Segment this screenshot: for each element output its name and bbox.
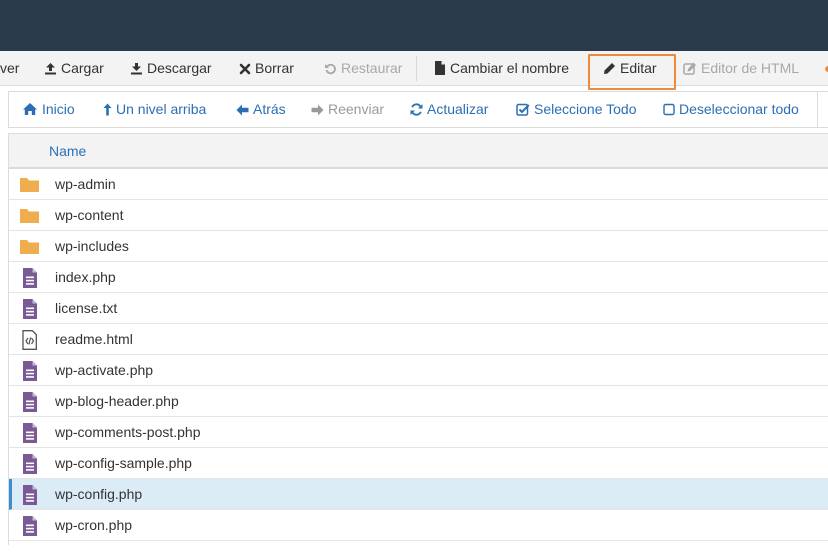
table-row[interactable]: readme.html	[9, 324, 828, 355]
document-icon	[19, 392, 41, 412]
document-icon	[19, 268, 41, 288]
nav-home-button[interactable]: Inicio	[22, 92, 75, 127]
file-name[interactable]: index.php	[55, 262, 116, 293]
toolbar-upload-button[interactable]: Cargar	[44, 51, 104, 86]
nav-select-all-button[interactable]: Seleccione Todo	[516, 92, 636, 127]
table-row[interactable]: wp-activate.php	[9, 355, 828, 386]
arrow-left-icon	[236, 104, 249, 116]
toolbar-download-button[interactable]: Descargar	[130, 51, 212, 86]
toolbar-view-button[interactable]: ver	[0, 51, 19, 86]
folder-icon	[19, 237, 41, 257]
file-name[interactable]: wp-activate.php	[55, 355, 153, 386]
table-row[interactable]: index.php	[9, 262, 828, 293]
nav-select-all-label: Seleccione Todo	[534, 101, 637, 117]
arrow-right-icon	[311, 104, 324, 116]
nav-back-label: Atrás	[253, 101, 286, 117]
navigation-bar: Inicio Un nivel arriba Atrás Reenviar Ac…	[8, 91, 828, 128]
toolbar-restore-label: Restaurar	[341, 60, 403, 76]
file-name[interactable]: wp-config.php	[55, 479, 142, 510]
nav-up-level-label: Un nivel arriba	[116, 101, 207, 117]
toolbar-view-label: ver	[0, 60, 20, 76]
file-toolbar: ver Cargar Descargar Borrar Restaurar Ca…	[0, 51, 828, 86]
file-name[interactable]: license.txt	[55, 293, 117, 324]
toolbar-restore-button[interactable]: Restaurar	[324, 51, 402, 86]
table-row[interactable]: license.txt	[9, 293, 828, 324]
file-name[interactable]: readme.html	[55, 324, 133, 355]
table-row[interactable]: wp-cron.php	[9, 510, 828, 541]
document-icon	[19, 299, 41, 319]
nav-refresh-label: Actualizar	[427, 101, 489, 117]
nav-forward-label: Reenviar	[328, 101, 385, 117]
toolbar-rename-button[interactable]: Cambiar el nombre	[434, 51, 569, 86]
nav-forward-button[interactable]: Reenviar	[311, 92, 384, 127]
file-name[interactable]: wp-config-sample.php	[55, 448, 192, 479]
home-icon	[23, 103, 37, 115]
document-icon	[19, 485, 41, 505]
top-header-bar	[0, 0, 828, 51]
table-row[interactable]: wp-admin	[9, 169, 828, 200]
code-file-icon	[19, 330, 41, 350]
undo-icon	[325, 63, 336, 75]
toolbar-delete-label: Borrar	[255, 60, 294, 76]
table-header: Name	[9, 134, 828, 169]
refresh-icon	[410, 103, 423, 116]
document-icon	[19, 361, 41, 381]
table-row[interactable]: wp-content	[9, 200, 828, 231]
toolbar-delete-button[interactable]: Borrar	[239, 51, 294, 86]
toolbar-more-icon[interactable]: ●	[824, 51, 828, 86]
document-icon	[19, 516, 41, 536]
file-name[interactable]: wp-comments-post.php	[55, 417, 201, 448]
table-row[interactable]: wp-blog-header.php	[9, 386, 828, 417]
file-name[interactable]: wp-cron.php	[55, 510, 132, 541]
toolbar-html-editor-button[interactable]: Editor de HTML	[683, 51, 799, 86]
download-icon	[131, 63, 142, 75]
document-icon	[19, 423, 41, 443]
upload-icon	[45, 63, 56, 75]
toolbar-divider	[416, 56, 417, 81]
nav-divider	[817, 92, 818, 127]
folder-icon	[19, 206, 41, 226]
file-name[interactable]: wp-content	[55, 200, 123, 231]
nav-back-button[interactable]: Atrás	[236, 92, 286, 127]
toolbar-html-editor-label: Editor de HTML	[701, 60, 800, 76]
table-row[interactable]: wp-includes	[9, 231, 828, 262]
nav-refresh-button[interactable]: Actualizar	[410, 92, 488, 127]
file-list-table: Name wp-admin wp-content wp-includes index.…	[8, 133, 828, 545]
table-row[interactable]: wp-comments-post.php	[9, 417, 828, 448]
nav-deselect-all-label: Deseleccionar todo	[679, 101, 799, 117]
check-square-icon	[516, 103, 530, 116]
toolbar-upload-label: Cargar	[61, 60, 104, 76]
file-name[interactable]: wp-admin	[55, 169, 116, 200]
table-row[interactable]: wp-config-sample.php	[9, 448, 828, 479]
nav-deselect-all-button[interactable]: Deseleccionar todo	[663, 92, 799, 127]
level-up-icon	[103, 103, 112, 116]
square-icon	[663, 103, 675, 116]
file-name[interactable]: wp-blog-header.php	[55, 386, 179, 417]
edit-square-icon	[683, 62, 696, 75]
column-header-name[interactable]: Name	[49, 134, 86, 168]
folder-icon	[19, 175, 41, 195]
close-icon	[239, 63, 251, 75]
file-icon	[435, 61, 445, 75]
document-icon	[19, 454, 41, 474]
toolbar-rename-label: Cambiar el nombre	[450, 60, 570, 76]
edit-button-highlight	[588, 54, 676, 90]
nav-up-level-button[interactable]: Un nivel arriba	[103, 92, 206, 127]
file-name[interactable]: wp-includes	[55, 231, 129, 262]
toolbar-download-label: Descargar	[147, 60, 212, 76]
nav-home-label: Inicio	[42, 101, 75, 117]
table-row[interactable]: wp-config.php	[9, 479, 828, 510]
